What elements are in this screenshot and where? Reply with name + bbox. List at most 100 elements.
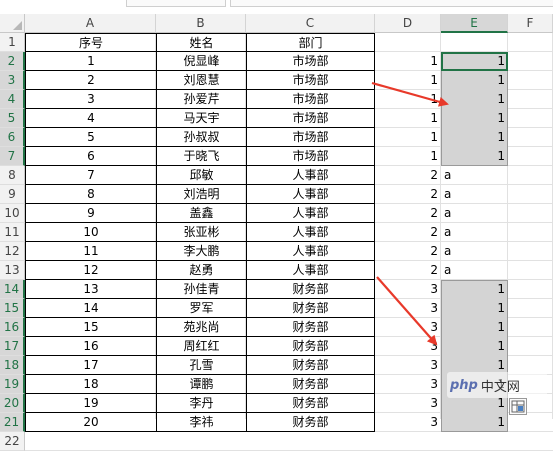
column-header-f[interactable]: F — [508, 14, 553, 33]
cell-c22[interactable] — [246, 432, 375, 451]
column-header-b[interactable]: B — [156, 14, 246, 33]
row-header-18[interactable]: 18 — [0, 356, 25, 375]
cell-d9[interactable]: 2 — [375, 185, 441, 204]
cell-a2[interactable]: 1 — [25, 52, 156, 71]
row-header-14[interactable]: 14 — [0, 280, 25, 299]
cell-e15[interactable]: 1 — [441, 299, 508, 318]
row-header-12[interactable]: 12 — [0, 242, 25, 261]
cell-c4[interactable]: 市场部 — [246, 90, 375, 109]
column-header-a[interactable]: A — [25, 14, 156, 33]
cell-b1[interactable]: 姓名 — [156, 33, 246, 52]
row-header-9[interactable]: 9 — [0, 185, 25, 204]
cell-d3[interactable]: 1 — [375, 71, 441, 90]
row-header-10[interactable]: 10 — [0, 204, 25, 223]
cell-b22[interactable] — [156, 432, 246, 451]
row-header-8[interactable]: 8 — [0, 166, 25, 185]
cell-b3[interactable]: 刘恩慧 — [156, 71, 246, 90]
cell-d19[interactable]: 3 — [375, 375, 441, 394]
cell-d21[interactable]: 3 — [375, 413, 441, 432]
cell-e22[interactable] — [441, 432, 508, 451]
cell-a10[interactable]: 9 — [25, 204, 156, 223]
cell-c10[interactable]: 人事部 — [246, 204, 375, 223]
cell-e7[interactable]: 1 — [441, 147, 508, 166]
cell-b7[interactable]: 于晓飞 — [156, 147, 246, 166]
row-header-19[interactable]: 19 — [0, 375, 25, 394]
cell-e5[interactable]: 1 — [441, 109, 508, 128]
cell-a8[interactable]: 7 — [25, 166, 156, 185]
cell-b19[interactable]: 谭鹏 — [156, 375, 246, 394]
row-header-16[interactable]: 16 — [0, 318, 25, 337]
cell-e12[interactable]: a — [441, 242, 508, 261]
cell-b5[interactable]: 马天宇 — [156, 109, 246, 128]
cell-b10[interactable]: 盖鑫 — [156, 204, 246, 223]
cell-c16[interactable]: 财务部 — [246, 318, 375, 337]
cell-c19[interactable]: 财务部 — [246, 375, 375, 394]
cell-a7[interactable]: 6 — [25, 147, 156, 166]
cell-e9[interactable]: a — [441, 185, 508, 204]
cell-a11[interactable]: 10 — [25, 223, 156, 242]
cell-d4[interactable]: 1 — [375, 90, 441, 109]
select-all-corner[interactable] — [0, 14, 25, 33]
cell-c17[interactable]: 财务部 — [246, 337, 375, 356]
cell-c1[interactable]: 部门 — [246, 33, 375, 52]
cell-b14[interactable]: 孙佳青 — [156, 280, 246, 299]
cell-e3[interactable]: 1 — [441, 71, 508, 90]
cell-c11[interactable]: 人事部 — [246, 223, 375, 242]
cell-e21[interactable]: 1 — [441, 413, 508, 432]
cell-c14[interactable]: 财务部 — [246, 280, 375, 299]
cell-a22[interactable] — [25, 432, 156, 451]
column-header-c[interactable]: C — [246, 14, 375, 33]
cell-d15[interactable]: 3 — [375, 299, 441, 318]
cell-a6[interactable]: 5 — [25, 128, 156, 147]
cell-e1[interactable] — [441, 33, 508, 52]
cell-b13[interactable]: 赵勇 — [156, 261, 246, 280]
cell-b6[interactable]: 孙叔叔 — [156, 128, 246, 147]
cell-a4[interactable]: 3 — [25, 90, 156, 109]
quick-analysis-button[interactable] — [509, 398, 527, 415]
row-header-3[interactable]: 3 — [0, 71, 25, 90]
cell-c3[interactable]: 市场部 — [246, 71, 375, 90]
cell-d14[interactable]: 3 — [375, 280, 441, 299]
row-header-2[interactable]: 2 — [0, 52, 25, 71]
cell-d10[interactable]: 2 — [375, 204, 441, 223]
row-header-17[interactable]: 17 — [0, 337, 25, 356]
row-header-5[interactable]: 5 — [0, 109, 25, 128]
cell-a19[interactable]: 18 — [25, 375, 156, 394]
cell-c5[interactable]: 市场部 — [246, 109, 375, 128]
cell-e11[interactable]: a — [441, 223, 508, 242]
row-header-4[interactable]: 4 — [0, 90, 25, 109]
cell-b8[interactable]: 邱敏 — [156, 166, 246, 185]
cell-b15[interactable]: 罗军 — [156, 299, 246, 318]
cell-b16[interactable]: 苑兆尚 — [156, 318, 246, 337]
cell-a3[interactable]: 2 — [25, 71, 156, 90]
cell-c2[interactable]: 市场部 — [246, 52, 375, 71]
cell-a14[interactable]: 13 — [25, 280, 156, 299]
cell-b21[interactable]: 李祎 — [156, 413, 246, 432]
cell-d13[interactable]: 2 — [375, 261, 441, 280]
cell-a12[interactable]: 11 — [25, 242, 156, 261]
cell-d16[interactable]: 3 — [375, 318, 441, 337]
column-header-e[interactable]: E — [441, 14, 508, 33]
cell-a18[interactable]: 17 — [25, 356, 156, 375]
cell-d17[interactable]: 3 — [375, 337, 441, 356]
cell-a13[interactable]: 12 — [25, 261, 156, 280]
cell-d2[interactable]: 1 — [375, 52, 441, 71]
cell-d22[interactable] — [375, 432, 441, 451]
cell-b9[interactable]: 刘浩明 — [156, 185, 246, 204]
cell-b4[interactable]: 孙爱芹 — [156, 90, 246, 109]
cell-b12[interactable]: 李大鹏 — [156, 242, 246, 261]
cell-c6[interactable]: 市场部 — [246, 128, 375, 147]
cell-c8[interactable]: 人事部 — [246, 166, 375, 185]
cell-e6[interactable]: 1 — [441, 128, 508, 147]
cell-e17[interactable]: 1 — [441, 337, 508, 356]
cell-d20[interactable]: 3 — [375, 394, 441, 413]
cell-d1[interactable] — [375, 33, 441, 52]
cell-a16[interactable]: 15 — [25, 318, 156, 337]
cell-e14[interactable]: 1 — [441, 280, 508, 299]
tab-right[interactable] — [230, 0, 553, 7]
cell-c7[interactable]: 市场部 — [246, 147, 375, 166]
cell-d12[interactable]: 2 — [375, 242, 441, 261]
cell-b2[interactable]: 倪显峰 — [156, 52, 246, 71]
cell-a20[interactable]: 19 — [25, 394, 156, 413]
cell-a17[interactable]: 16 — [25, 337, 156, 356]
